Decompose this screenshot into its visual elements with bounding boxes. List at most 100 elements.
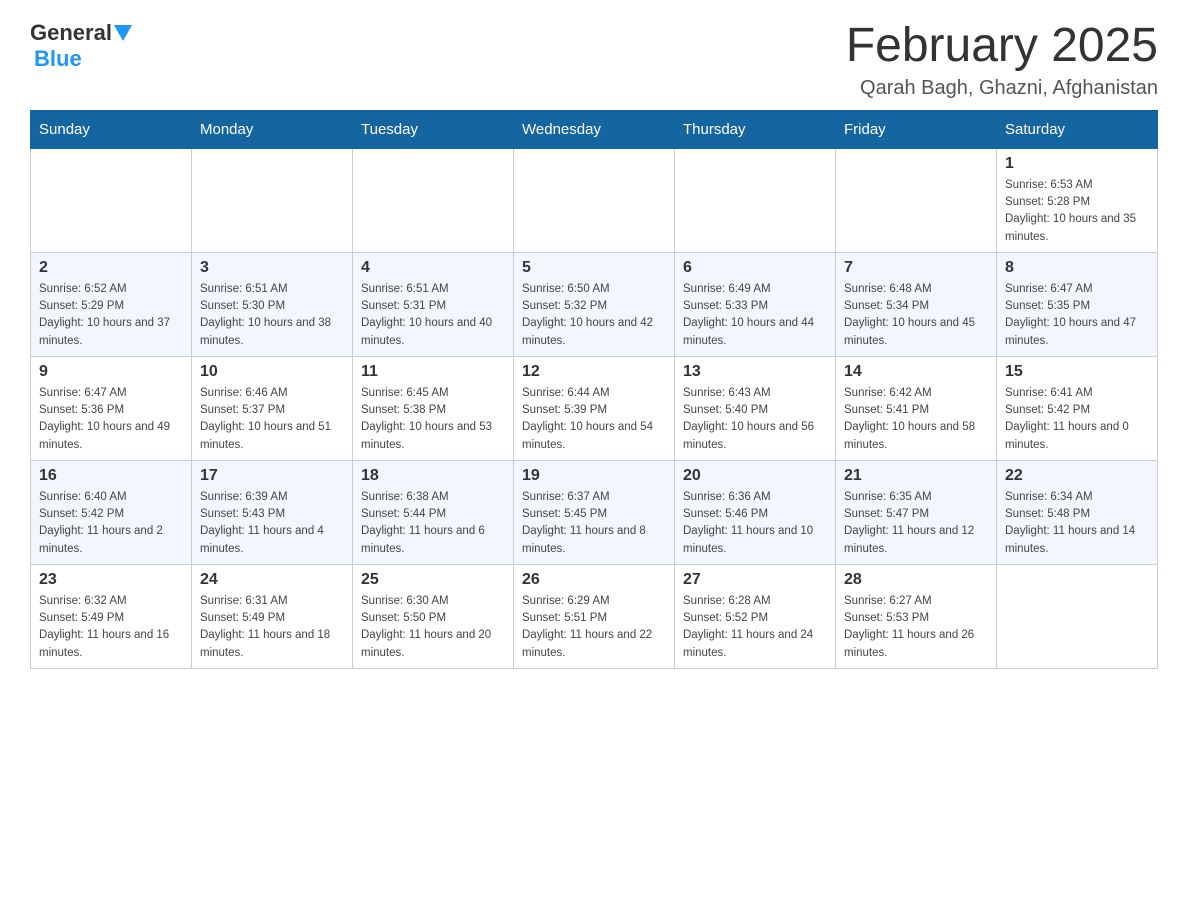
calendar-cell: 25Sunrise: 6:30 AMSunset: 5:50 PMDayligh… — [353, 564, 514, 668]
day-number: 23 — [39, 571, 183, 589]
calendar-cell: 13 Sunrise: 6:43 AMSunset: 5:40 PMDayligh… — [675, 356, 836, 460]
day-number: 26 — [522, 571, 666, 589]
calendar-cell — [192, 148, 353, 252]
day-number: 6 — [683, 259, 827, 277]
day-info: Sunrise: 6:31 AMSunset: 5:49 PMDaylight:… — [200, 593, 344, 662]
col-saturday: Saturday — [997, 110, 1158, 148]
calendar-cell: 28 Sunrise: 6:27 AMSunset: 5:53 PMDayligh… — [836, 564, 997, 668]
day-number: 5 — [522, 259, 666, 277]
calendar-header-row: Sunday Monday Tuesday Wednesday Thursday… — [31, 110, 1158, 148]
logo-general-text: General — [30, 20, 112, 46]
day-number: 16 — [39, 467, 183, 485]
day-info: Sunrise: 6:46 AMSunset: 5:37 PMDaylight:… — [200, 385, 344, 454]
day-number: 1 — [1005, 155, 1149, 173]
calendar-cell: 7 Sunrise: 6:48 AMSunset: 5:34 PMDaylight… — [836, 252, 997, 356]
col-monday: Monday — [192, 110, 353, 148]
logo: General Blue — [30, 20, 132, 72]
calendar-table: Sunday Monday Tuesday Wednesday Thursday… — [30, 110, 1158, 669]
calendar-cell — [514, 148, 675, 252]
day-number: 28 — [844, 571, 988, 589]
calendar-cell: 26Sunrise: 6:29 AMSunset: 5:51 PMDayligh… — [514, 564, 675, 668]
day-info: Sunrise: 6:37 AMSunset: 5:45 PMDaylight:… — [522, 489, 666, 558]
calendar-cell: 24 Sunrise: 6:31 AMSunset: 5:49 PMDayligh… — [192, 564, 353, 668]
day-number: 3 — [200, 259, 344, 277]
day-info: Sunrise: 6:27 AMSunset: 5:53 PMDaylight:… — [844, 593, 988, 662]
calendar-cell: 9 Sunrise: 6:47 AMSunset: 5:36 PMDaylight… — [31, 356, 192, 460]
logo-triangle-icon — [114, 25, 132, 43]
day-info: Sunrise: 6:47 AMSunset: 5:36 PMDaylight:… — [39, 385, 183, 454]
col-wednesday: Wednesday — [514, 110, 675, 148]
day-number: 10 — [200, 363, 344, 381]
day-info: Sunrise: 6:39 AMSunset: 5:43 PMDaylight:… — [200, 489, 344, 558]
day-number: 14 — [844, 363, 988, 381]
day-info: Sunrise: 6:48 AMSunset: 5:34 PMDaylight:… — [844, 281, 988, 350]
col-friday: Friday — [836, 110, 997, 148]
calendar-week-1: 1 Sunrise: 6:53 AMSunset: 5:28 PMDaylight… — [31, 148, 1158, 252]
calendar-cell: 23 Sunrise: 6:32 AMSunset: 5:49 PMDayligh… — [31, 564, 192, 668]
day-info: Sunrise: 6:32 AMSunset: 5:49 PMDaylight:… — [39, 593, 183, 662]
day-info: Sunrise: 6:40 AMSunset: 5:42 PMDaylight:… — [39, 489, 183, 558]
day-info: Sunrise: 6:38 AMSunset: 5:44 PMDaylight:… — [361, 489, 505, 558]
day-info: Sunrise: 6:28 AMSunset: 5:52 PMDaylight:… — [683, 593, 827, 662]
calendar-cell: 1 Sunrise: 6:53 AMSunset: 5:28 PMDaylight… — [997, 148, 1158, 252]
day-number: 13 — [683, 363, 827, 381]
calendar-cell: 21 Sunrise: 6:35 AMSunset: 5:47 PMDayligh… — [836, 460, 997, 564]
calendar-cell: 16 Sunrise: 6:40 AMSunset: 5:42 PMDayligh… — [31, 460, 192, 564]
day-number: 2 — [39, 259, 183, 277]
day-number: 18 — [361, 467, 505, 485]
calendar-cell: 11 Sunrise: 6:45 AMSunset: 5:38 PMDayligh… — [353, 356, 514, 460]
day-number: 12 — [522, 363, 666, 381]
calendar-cell — [353, 148, 514, 252]
calendar-cell: 2Sunrise: 6:52 AMSunset: 5:29 PMDaylight… — [31, 252, 192, 356]
col-tuesday: Tuesday — [353, 110, 514, 148]
calendar-cell: 8 Sunrise: 6:47 AMSunset: 5:35 PMDaylight… — [997, 252, 1158, 356]
day-info: Sunrise: 6:50 AMSunset: 5:32 PMDaylight:… — [522, 281, 666, 350]
calendar-cell — [836, 148, 997, 252]
day-number: 25 — [361, 571, 505, 589]
day-number: 22 — [1005, 467, 1149, 485]
day-info: Sunrise: 6:51 AMSunset: 5:31 PMDaylight:… — [361, 281, 505, 350]
day-number: 21 — [844, 467, 988, 485]
calendar-cell: 4Sunrise: 6:51 AMSunset: 5:31 PMDaylight… — [353, 252, 514, 356]
day-info: Sunrise: 6:45 AMSunset: 5:38 PMDaylight:… — [361, 385, 505, 454]
day-number: 17 — [200, 467, 344, 485]
day-info: Sunrise: 6:44 AMSunset: 5:39 PMDaylight:… — [522, 385, 666, 454]
day-info: Sunrise: 6:47 AMSunset: 5:35 PMDaylight:… — [1005, 281, 1149, 350]
day-info: Sunrise: 6:35 AMSunset: 5:47 PMDaylight:… — [844, 489, 988, 558]
day-info: Sunrise: 6:34 AMSunset: 5:48 PMDaylight:… — [1005, 489, 1149, 558]
day-number: 19 — [522, 467, 666, 485]
title-section: February 2025 Qarah Bagh, Ghazni, Afghan… — [846, 20, 1158, 100]
calendar-cell: 15 Sunrise: 6:41 AMSunset: 5:42 PMDayligh… — [997, 356, 1158, 460]
day-number: 15 — [1005, 363, 1149, 381]
calendar-week-4: 16 Sunrise: 6:40 AMSunset: 5:42 PMDayligh… — [31, 460, 1158, 564]
day-number: 24 — [200, 571, 344, 589]
day-info: Sunrise: 6:42 AMSunset: 5:41 PMDaylight:… — [844, 385, 988, 454]
calendar-cell: 12 Sunrise: 6:44 AMSunset: 5:39 PMDayligh… — [514, 356, 675, 460]
day-info: Sunrise: 6:43 AMSunset: 5:40 PMDaylight:… — [683, 385, 827, 454]
day-info: Sunrise: 6:51 AMSunset: 5:30 PMDaylight:… — [200, 281, 344, 350]
calendar-cell — [997, 564, 1158, 668]
day-info: Sunrise: 6:36 AMSunset: 5:46 PMDaylight:… — [683, 489, 827, 558]
day-number: 7 — [844, 259, 988, 277]
month-title: February 2025 — [846, 20, 1158, 73]
col-sunday: Sunday — [31, 110, 192, 148]
calendar-week-5: 23 Sunrise: 6:32 AMSunset: 5:49 PMDayligh… — [31, 564, 1158, 668]
calendar-cell: 6Sunrise: 6:49 AMSunset: 5:33 PMDaylight… — [675, 252, 836, 356]
calendar-cell: 14 Sunrise: 6:42 AMSunset: 5:41 PMDayligh… — [836, 356, 997, 460]
day-number: 11 — [361, 363, 505, 381]
page-header: General Blue February 2025 Qarah Bagh, G… — [30, 20, 1158, 100]
calendar-cell — [675, 148, 836, 252]
day-info: Sunrise: 6:53 AMSunset: 5:28 PMDaylight:… — [1005, 177, 1149, 246]
day-number: 8 — [1005, 259, 1149, 277]
day-info: Sunrise: 6:41 AMSunset: 5:42 PMDaylight:… — [1005, 385, 1149, 454]
calendar-cell: 18 Sunrise: 6:38 AMSunset: 5:44 PMDayligh… — [353, 460, 514, 564]
day-number: 27 — [683, 571, 827, 589]
calendar-cell: 19 Sunrise: 6:37 AMSunset: 5:45 PMDayligh… — [514, 460, 675, 564]
day-number: 20 — [683, 467, 827, 485]
calendar-cell: 5 Sunrise: 6:50 AMSunset: 5:32 PMDaylight… — [514, 252, 675, 356]
day-number: 9 — [39, 363, 183, 381]
calendar-cell: 22 Sunrise: 6:34 AMSunset: 5:48 PMDayligh… — [997, 460, 1158, 564]
calendar-cell: 3 Sunrise: 6:51 AMSunset: 5:30 PMDaylight… — [192, 252, 353, 356]
calendar-week-2: 2Sunrise: 6:52 AMSunset: 5:29 PMDaylight… — [31, 252, 1158, 356]
calendar-cell: 27 Sunrise: 6:28 AMSunset: 5:52 PMDayligh… — [675, 564, 836, 668]
